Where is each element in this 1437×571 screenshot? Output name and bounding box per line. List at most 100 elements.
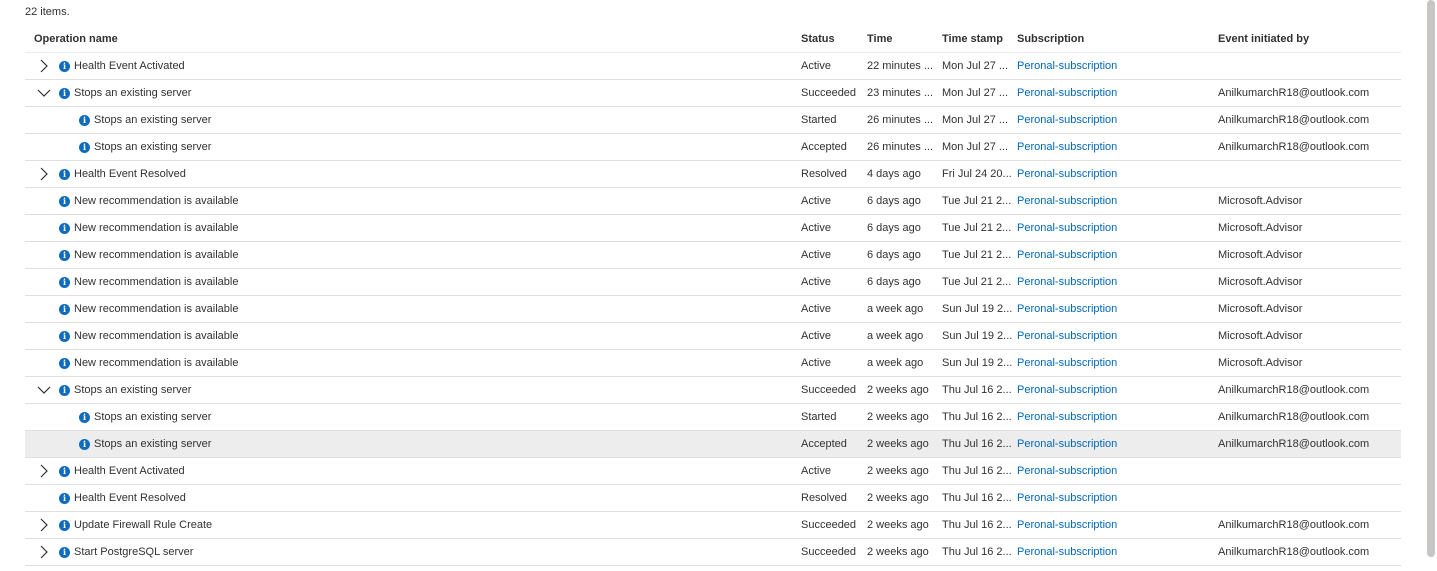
initiated-by-cell: Microsoft.Advisor xyxy=(1218,303,1303,315)
subscription-link[interactable]: Peronal-subscription xyxy=(1017,384,1218,396)
time-cell: 6 days ago xyxy=(867,222,921,234)
table-row[interactable]: i Start PostgreSQL server Succeeded 2 weeks… xyxy=(25,539,1401,566)
table-row[interactable]: i Stops an existing server Accepted 26 minu… xyxy=(25,134,1401,161)
table-row[interactable]: i Stops an existing server Succeeded 2 week… xyxy=(25,377,1401,404)
subscription-link[interactable]: Peronal-subscription xyxy=(1017,357,1218,369)
table-row[interactable]: i New recommendation is available Active a … xyxy=(25,296,1401,323)
table-row[interactable]: i Stops an existing server Started 2 weeks … xyxy=(25,404,1401,431)
status-cell: Accepted xyxy=(801,141,847,153)
table-row[interactable]: i Health Event Activated Active 22 minutes … xyxy=(25,53,1401,80)
table-row[interactable]: i Health Event Resolved Resolved 2 weeks ag… xyxy=(25,485,1401,512)
time-stamp-cell: Tue Jul 21 2... xyxy=(942,195,1012,207)
chevron-right-icon[interactable] xyxy=(37,545,51,559)
table-row[interactable]: i New recommendation is available Active 6 … xyxy=(25,269,1401,296)
time-stamp-cell: Thu Jul 16 2... xyxy=(942,546,1012,558)
subscription-link[interactable]: Peronal-subscription xyxy=(1017,519,1218,531)
subscription-link[interactable]: Peronal-subscription xyxy=(1017,195,1218,207)
info-icon: i xyxy=(59,330,70,342)
operation-cell: i Stops an existing server xyxy=(25,86,801,100)
status-cell: Active xyxy=(801,60,831,72)
subscription-link[interactable]: Peronal-subscription xyxy=(1017,249,1218,261)
operation-cell: i New recommendation is available xyxy=(25,302,801,316)
table-row[interactable]: i New recommendation is available Active a … xyxy=(25,323,1401,350)
status-cell: Active xyxy=(801,330,831,342)
info-icon: i xyxy=(59,303,70,315)
vertical-scrollbar[interactable] xyxy=(1427,0,1435,557)
table-row[interactable]: i Stops an existing server Accepted 2 weeks… xyxy=(25,431,1401,458)
subscription-link[interactable]: Peronal-subscription xyxy=(1017,492,1218,504)
status-cell: Succeeded xyxy=(801,519,857,531)
subscription-link[interactable]: Peronal-subscription xyxy=(1017,141,1218,153)
initiated-by-cell: AnilkumarchR18@outlook.com xyxy=(1218,87,1370,99)
time-cell: 2 weeks ago xyxy=(867,384,929,396)
operation-cell: i Stops an existing server xyxy=(25,113,801,127)
table-row[interactable]: i New recommendation is available Active 6 … xyxy=(25,215,1401,242)
time-stamp-cell: Sun Jul 19 2... xyxy=(942,303,1013,315)
column-header-status[interactable]: Status xyxy=(801,33,867,45)
time-cell: a week ago xyxy=(867,357,924,369)
subscription-link[interactable]: Peronal-subscription xyxy=(1017,222,1218,234)
operation-cell: i New recommendation is available xyxy=(25,329,801,343)
column-header-subscription[interactable]: Subscription xyxy=(1017,33,1218,45)
table-row[interactable]: i Health Event Resolved Resolved 4 days ago… xyxy=(25,161,1401,188)
info-icon: i xyxy=(59,492,70,504)
time-cell: 6 days ago xyxy=(867,276,921,288)
chevron-right-icon[interactable] xyxy=(37,59,51,73)
time-cell: a week ago xyxy=(867,303,924,315)
subscription-link[interactable]: Peronal-subscription xyxy=(1017,330,1218,342)
subscription-link[interactable]: Peronal-subscription xyxy=(1017,411,1218,423)
table-row[interactable]: i Health Event Activated Active 2 weeks ago… xyxy=(25,458,1401,485)
chevron-right-icon[interactable] xyxy=(37,518,51,532)
chevron-right-icon[interactable] xyxy=(37,464,51,478)
status-cell: Active xyxy=(801,195,831,207)
time-cell: 6 days ago xyxy=(867,195,921,207)
operation-name: Health Event Activated xyxy=(74,60,185,72)
time-stamp-cell: Thu Jul 16 2... xyxy=(942,384,1012,396)
operation-cell: i Update Firewall Rule Create xyxy=(25,518,801,532)
time-cell: 22 minutes ... xyxy=(867,60,934,72)
info-icon: i xyxy=(59,60,70,72)
operation-name: New recommendation is available xyxy=(74,222,239,234)
time-stamp-cell: Mon Jul 27 ... xyxy=(942,141,1009,153)
operation-cell: i Stops an existing server xyxy=(25,383,801,397)
table-row[interactable]: i Stops an existing server Succeeded 23 min… xyxy=(25,80,1401,107)
subscription-link[interactable]: Peronal-subscription xyxy=(1017,465,1218,477)
operation-cell: i Health Event Resolved xyxy=(25,167,801,181)
operation-name: Health Event Resolved xyxy=(74,492,186,504)
subscription-link[interactable]: Peronal-subscription xyxy=(1017,303,1218,315)
column-header-operation-name[interactable]: Operation name xyxy=(25,33,801,45)
subscription-link[interactable]: Peronal-subscription xyxy=(1017,114,1218,126)
time-stamp-cell: Fri Jul 24 20... xyxy=(942,168,1012,180)
table-row[interactable]: i New recommendation is available Active 6 … xyxy=(25,188,1401,215)
chevron-down-icon[interactable] xyxy=(37,383,51,397)
subscription-link[interactable]: Peronal-subscription xyxy=(1017,87,1218,99)
table-row[interactable]: i Update Firewall Rule Create Succeeded 2 w… xyxy=(25,512,1401,539)
subscription-link[interactable]: Peronal-subscription xyxy=(1017,438,1218,450)
column-header-event-initiated-by[interactable]: Event initiated by xyxy=(1218,33,1401,45)
initiated-by-cell: AnilkumarchR18@outlook.com xyxy=(1218,546,1370,558)
column-header-time[interactable]: Time xyxy=(867,33,942,45)
table-row[interactable]: i New recommendation is available Active 6 … xyxy=(25,242,1401,269)
time-cell: 2 weeks ago xyxy=(867,519,929,531)
operation-name: Health Event Activated xyxy=(74,465,185,477)
initiated-by-cell: Microsoft.Advisor xyxy=(1218,357,1303,369)
column-header-time-stamp[interactable]: Time stamp xyxy=(942,33,1017,45)
chevron-right-icon[interactable] xyxy=(37,167,51,181)
operation-name: New recommendation is available xyxy=(74,303,239,315)
subscription-link[interactable]: Peronal-subscription xyxy=(1017,276,1218,288)
subscription-link[interactable]: Peronal-subscription xyxy=(1017,60,1218,72)
subscription-link[interactable]: Peronal-subscription xyxy=(1017,168,1218,180)
subscription-link[interactable]: Peronal-subscription xyxy=(1017,546,1218,558)
chevron-down-icon[interactable] xyxy=(37,86,51,100)
operation-name: Stops an existing server xyxy=(74,87,192,99)
table-row[interactable]: i New recommendation is available Active a … xyxy=(25,350,1401,377)
initiated-by-cell: Microsoft.Advisor xyxy=(1218,195,1303,207)
info-icon: i xyxy=(59,546,70,558)
initiated-by-cell: AnilkumarchR18@outlook.com xyxy=(1218,411,1370,423)
status-cell: Active xyxy=(801,276,831,288)
table-row[interactable]: i Stops an existing server Started 26 minut… xyxy=(25,107,1401,134)
time-cell: 2 weeks ago xyxy=(867,438,929,450)
